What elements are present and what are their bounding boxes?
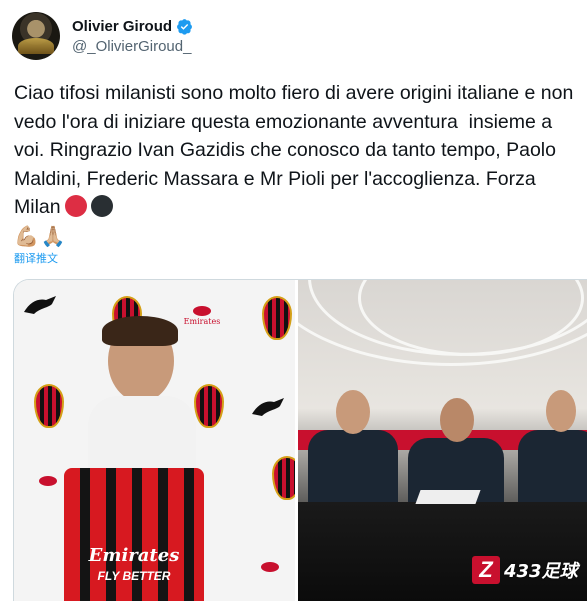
tweet-media[interactable]: Emirates Emirates FLY BETTER	[13, 279, 587, 601]
ac-milan-crest-icon	[272, 456, 295, 500]
ac-milan-crest-icon	[194, 384, 224, 428]
author-info: Olivier Giroud @_OlivierGiroud_	[72, 18, 193, 55]
watermark-text: 433足球	[504, 561, 578, 582]
watermark: Z 433足球	[472, 556, 578, 584]
signing-table	[298, 502, 587, 601]
flexed-biceps-emoji: 💪🏼	[14, 224, 39, 248]
avatar[interactable]	[12, 12, 60, 60]
verified-badge-icon	[177, 18, 192, 35]
display-name[interactable]: Olivier Giroud	[72, 18, 172, 35]
name-row: Olivier Giroud	[72, 18, 193, 35]
tweet-body: Ciao tifosi milanisti sono molto fiero d…	[14, 79, 579, 222]
red-circle-emoji	[64, 195, 87, 217]
player-shirt	[88, 396, 196, 476]
photo-jersey-presentation[interactable]: Emirates Emirates FLY BETTER	[14, 280, 295, 601]
black-circle-emoji	[90, 195, 113, 217]
massara-head	[546, 390, 576, 432]
maldini-head	[336, 390, 370, 434]
contract-paper	[415, 490, 481, 504]
emirates-logo	[250, 562, 290, 584]
jersey-tagline: FLY BETTER	[97, 569, 171, 583]
jersey-sponsor: Emirates	[88, 545, 180, 566]
puma-logo-icon	[24, 296, 56, 314]
photo-contract-signing[interactable]	[298, 280, 587, 601]
puma-logo-icon	[252, 398, 284, 416]
ac-milan-crest-icon	[262, 296, 292, 340]
user-handle[interactable]: @_OlivierGiroud_	[72, 38, 193, 55]
emirates-logo: Emirates	[182, 306, 222, 328]
giroud-head	[440, 398, 474, 442]
emirates-logo	[28, 476, 68, 498]
emoji-line: 💪🏼 🙏🏼	[14, 224, 66, 248]
watermark-logo-icon: Z	[472, 556, 500, 584]
player-hair-top	[102, 316, 178, 346]
folded-hands-emoji: 🙏🏼	[40, 224, 66, 248]
ac-milan-crest-icon	[34, 384, 64, 428]
tweet-header: Olivier Giroud @_OlivierGiroud_	[12, 12, 193, 60]
translate-tweet-link[interactable]: 翻译推文	[14, 250, 58, 266]
